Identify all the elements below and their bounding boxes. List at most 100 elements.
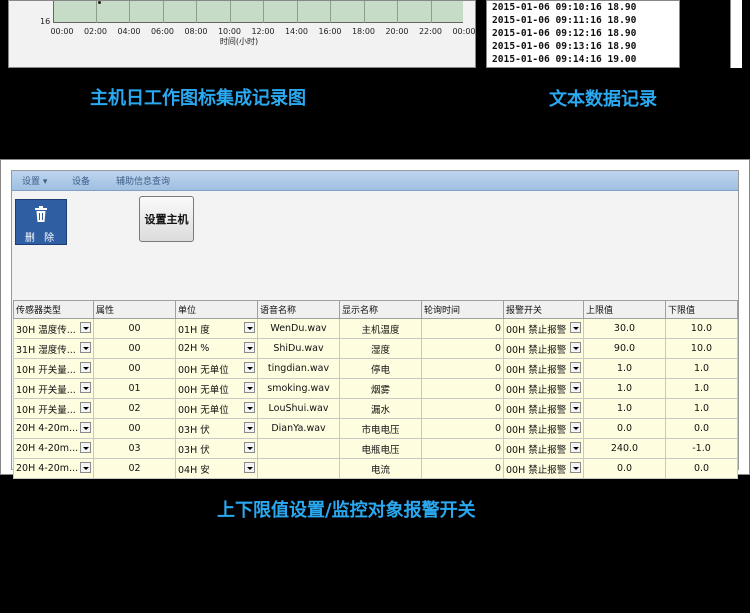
attribute-cell[interactable]: 00 [93, 358, 176, 379]
poll-time-cell[interactable]: 0 [421, 438, 504, 459]
table-row[interactable]: 30H 温度传... 00 01H 度 WenDu.wav 主机温度 0 00H 禁止报警 3… [13, 318, 738, 339]
voice-name-cell[interactable]: ShiDu.wav [257, 338, 340, 359]
display-name-cell[interactable]: 电瓶电压 [339, 438, 422, 459]
dropdown-arrow-icon[interactable] [570, 442, 581, 453]
dropdown-arrow-icon[interactable] [570, 422, 581, 433]
menu-item-aux-query[interactable]: 辅助信息查询 [116, 174, 170, 187]
upper-limit-cell[interactable]: 1.0 [583, 358, 666, 379]
column-header[interactable]: 报警开关 [503, 300, 584, 319]
dropdown-arrow-icon[interactable] [570, 402, 581, 413]
lower-limit-cell[interactable]: -1.0 [665, 438, 738, 459]
upper-limit-cell[interactable]: 1.0 [583, 378, 666, 399]
sensor-type-cell[interactable]: 20H 4-20m... [13, 458, 94, 479]
attribute-cell[interactable]: 02 [93, 458, 176, 479]
dropdown-arrow-icon[interactable] [80, 442, 91, 453]
lower-limit-cell[interactable]: 1.0 [665, 358, 738, 379]
table-row[interactable]: 20H 4-20m... 00 03H 伏 DianYa.wav 市电电压 0 00H 禁止… [13, 418, 738, 439]
attribute-cell[interactable]: 03 [93, 438, 176, 459]
upper-limit-cell[interactable]: 0.0 [583, 458, 666, 479]
table-row[interactable]: 10H 开关量... 02 00H 无单位 LouShui.wav 漏水 0 00H 禁止报… [13, 398, 738, 419]
upper-limit-cell[interactable]: 30.0 [583, 318, 666, 339]
dropdown-arrow-icon[interactable] [570, 382, 581, 393]
dropdown-arrow-icon[interactable] [80, 362, 91, 373]
sensor-type-cell[interactable]: 10H 开关量... [13, 378, 94, 399]
voice-name-cell[interactable]: tingdian.wav [257, 358, 340, 379]
voice-name-cell[interactable] [257, 438, 340, 459]
lower-limit-cell[interactable]: 0.0 [665, 458, 738, 479]
dropdown-arrow-icon[interactable] [570, 342, 581, 353]
attribute-cell[interactable]: 01 [93, 378, 176, 399]
unit-cell[interactable]: 03H 伏 [175, 418, 258, 439]
delete-button[interactable]: 删 除 [15, 199, 67, 245]
table-row[interactable]: 20H 4-20m... 02 04H 安 电流 0 00H 禁止报警 0.0 0.0 [13, 458, 738, 479]
sensor-type-cell[interactable]: 20H 4-20m... [13, 438, 94, 459]
table-row[interactable]: 10H 开关量... 00 00H 无单位 tingdian.wav 停电 0 00H 禁止… [13, 358, 738, 379]
dropdown-arrow-icon[interactable] [244, 382, 255, 393]
unit-cell[interactable]: 04H 安 [175, 458, 258, 479]
display-name-cell[interactable]: 电流 [339, 458, 422, 479]
voice-name-cell[interactable]: WenDu.wav [257, 318, 340, 339]
alarm-switch-cell[interactable]: 00H 禁止报警 [503, 418, 584, 439]
display-name-cell[interactable]: 漏水 [339, 398, 422, 419]
alarm-switch-cell[interactable]: 00H 禁止报警 [503, 318, 584, 339]
column-header[interactable]: 语音名称 [257, 300, 340, 319]
column-header[interactable]: 显示名称 [339, 300, 422, 319]
column-header[interactable]: 轮询时间 [421, 300, 504, 319]
menu-item-settings[interactable]: 设置 ▾ [22, 174, 47, 187]
dropdown-arrow-icon[interactable] [570, 462, 581, 473]
sensor-type-cell[interactable]: 30H 温度传... [13, 318, 94, 339]
sensor-type-cell[interactable]: 20H 4-20m... [13, 418, 94, 439]
dropdown-arrow-icon[interactable] [80, 402, 91, 413]
column-header[interactable]: 属性 [93, 300, 176, 319]
column-header[interactable]: 单位 [175, 300, 258, 319]
voice-name-cell[interactable]: smoking.wav [257, 378, 340, 399]
dropdown-arrow-icon[interactable] [244, 362, 255, 373]
column-header[interactable]: 上限值 [583, 300, 666, 319]
table-row[interactable]: 10H 开关量... 01 00H 无单位 smoking.wav 烟雾 0 00H 禁止报… [13, 378, 738, 399]
sensor-type-cell[interactable]: 10H 开关量... [13, 358, 94, 379]
voice-name-cell[interactable]: DianYa.wav [257, 418, 340, 439]
unit-cell[interactable]: 00H 无单位 [175, 358, 258, 379]
dropdown-arrow-icon[interactable] [80, 382, 91, 393]
table-row[interactable]: 31H 湿度传... 00 02H % ShiDu.wav 湿度 0 00H 禁止报警 90.… [13, 338, 738, 359]
unit-cell[interactable]: 03H 伏 [175, 438, 258, 459]
display-name-cell[interactable]: 停电 [339, 358, 422, 379]
poll-time-cell[interactable]: 0 [421, 398, 504, 419]
menu-item-device[interactable]: 设备 [72, 174, 90, 187]
voice-name-cell[interactable]: LouShui.wav [257, 398, 340, 419]
display-name-cell[interactable]: 湿度 [339, 338, 422, 359]
alarm-switch-cell[interactable]: 00H 禁止报警 [503, 438, 584, 459]
sensor-type-cell[interactable]: 31H 湿度传... [13, 338, 94, 359]
alarm-switch-cell[interactable]: 00H 禁止报警 [503, 378, 584, 399]
dropdown-arrow-icon[interactable] [80, 342, 91, 353]
poll-time-cell[interactable]: 0 [421, 418, 504, 439]
poll-time-cell[interactable]: 0 [421, 358, 504, 379]
alarm-switch-cell[interactable]: 00H 禁止报警 [503, 358, 584, 379]
poll-time-cell[interactable]: 0 [421, 378, 504, 399]
upper-limit-cell[interactable]: 240.0 [583, 438, 666, 459]
lower-limit-cell[interactable]: 1.0 [665, 398, 738, 419]
dropdown-arrow-icon[interactable] [80, 422, 91, 433]
lower-limit-cell[interactable]: 1.0 [665, 378, 738, 399]
unit-cell[interactable]: 00H 无单位 [175, 378, 258, 399]
dropdown-arrow-icon[interactable] [244, 322, 255, 333]
poll-time-cell[interactable]: 0 [421, 318, 504, 339]
upper-limit-cell[interactable]: 0.0 [583, 418, 666, 439]
lower-limit-cell[interactable]: 10.0 [665, 318, 738, 339]
dropdown-arrow-icon[interactable] [570, 322, 581, 333]
poll-time-cell[interactable]: 0 [421, 458, 504, 479]
unit-cell[interactable]: 02H % [175, 338, 258, 359]
unit-cell[interactable]: 01H 度 [175, 318, 258, 339]
alarm-switch-cell[interactable]: 00H 禁止报警 [503, 398, 584, 419]
poll-time-cell[interactable]: 0 [421, 338, 504, 359]
lower-limit-cell[interactable]: 0.0 [665, 418, 738, 439]
attribute-cell[interactable]: 00 [93, 418, 176, 439]
voice-name-cell[interactable] [257, 458, 340, 479]
attribute-cell[interactable]: 02 [93, 398, 176, 419]
display-name-cell[interactable]: 市电电压 [339, 418, 422, 439]
lower-limit-cell[interactable]: 10.0 [665, 338, 738, 359]
dropdown-arrow-icon[interactable] [244, 402, 255, 413]
dropdown-arrow-icon[interactable] [244, 462, 255, 473]
upper-limit-cell[interactable]: 90.0 [583, 338, 666, 359]
alarm-switch-cell[interactable]: 00H 禁止报警 [503, 338, 584, 359]
